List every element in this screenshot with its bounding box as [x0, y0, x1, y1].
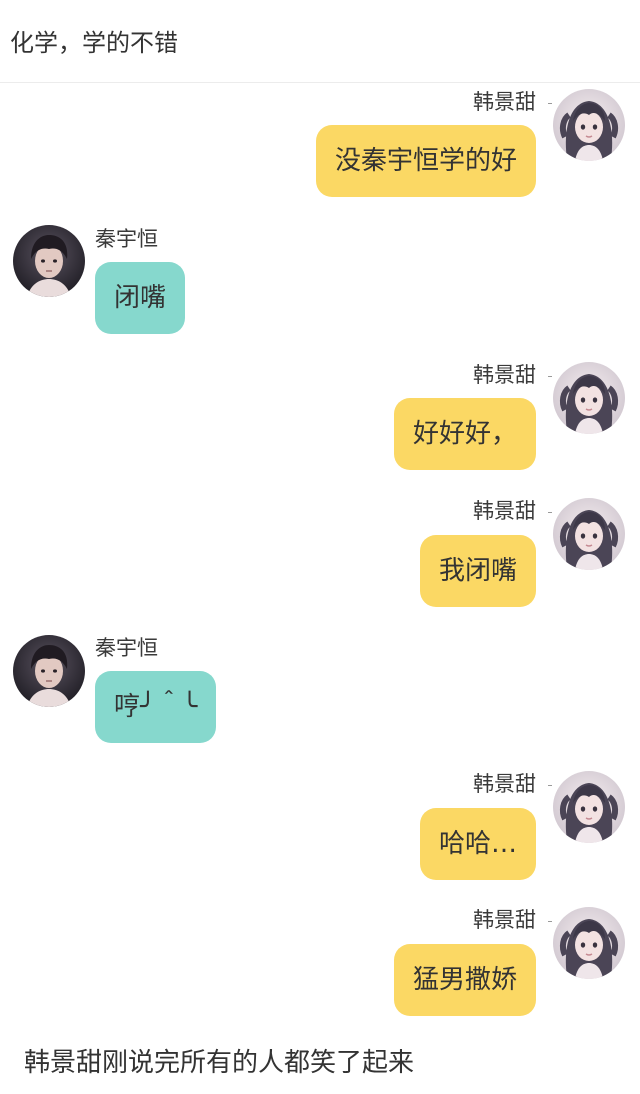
- message-bubble[interactable]: 猛男撒娇: [393, 944, 536, 1016]
- message-bubble[interactable]: 没秦宇恒学的好: [315, 125, 536, 197]
- message-bubble[interactable]: 我闭嘴: [419, 535, 536, 607]
- message-bubble[interactable]: 好好好，: [393, 398, 536, 470]
- separator-tick: [548, 921, 552, 922]
- sender-name: 韩景甜: [473, 908, 536, 932]
- sender-name: 韩景甜: [473, 772, 536, 796]
- girl-avatar-icon[interactable]: [553, 89, 625, 161]
- separator-tick: [548, 785, 552, 786]
- separator-tick: [548, 376, 552, 377]
- separator-tick: [548, 512, 552, 513]
- boy-avatar-icon[interactable]: [13, 225, 85, 297]
- message-bubble[interactable]: 哈哈…: [419, 808, 536, 880]
- separator-tick: [548, 103, 552, 104]
- sender-name: 韩景甜: [473, 363, 536, 387]
- girl-avatar-icon[interactable]: [553, 907, 625, 979]
- sender-name: 韩景甜: [473, 499, 536, 523]
- header-divider: [0, 82, 640, 83]
- message-bubble[interactable]: 哼╯＾╰: [95, 671, 217, 743]
- sender-name: 韩景甜: [473, 90, 536, 114]
- sender-name: 秦宇恒: [95, 636, 158, 660]
- sender-name: 秦宇恒: [95, 227, 158, 251]
- footer-caption: 韩景甜刚说完所有的人都笑了起来: [24, 1048, 415, 1078]
- header-caption: 化学，学的不错: [10, 29, 178, 57]
- girl-avatar-icon[interactable]: [553, 771, 625, 843]
- message-bubble[interactable]: 闭嘴: [95, 262, 186, 334]
- girl-avatar-icon[interactable]: [553, 362, 625, 434]
- girl-avatar-icon[interactable]: [553, 498, 625, 570]
- boy-avatar-icon[interactable]: [13, 635, 85, 707]
